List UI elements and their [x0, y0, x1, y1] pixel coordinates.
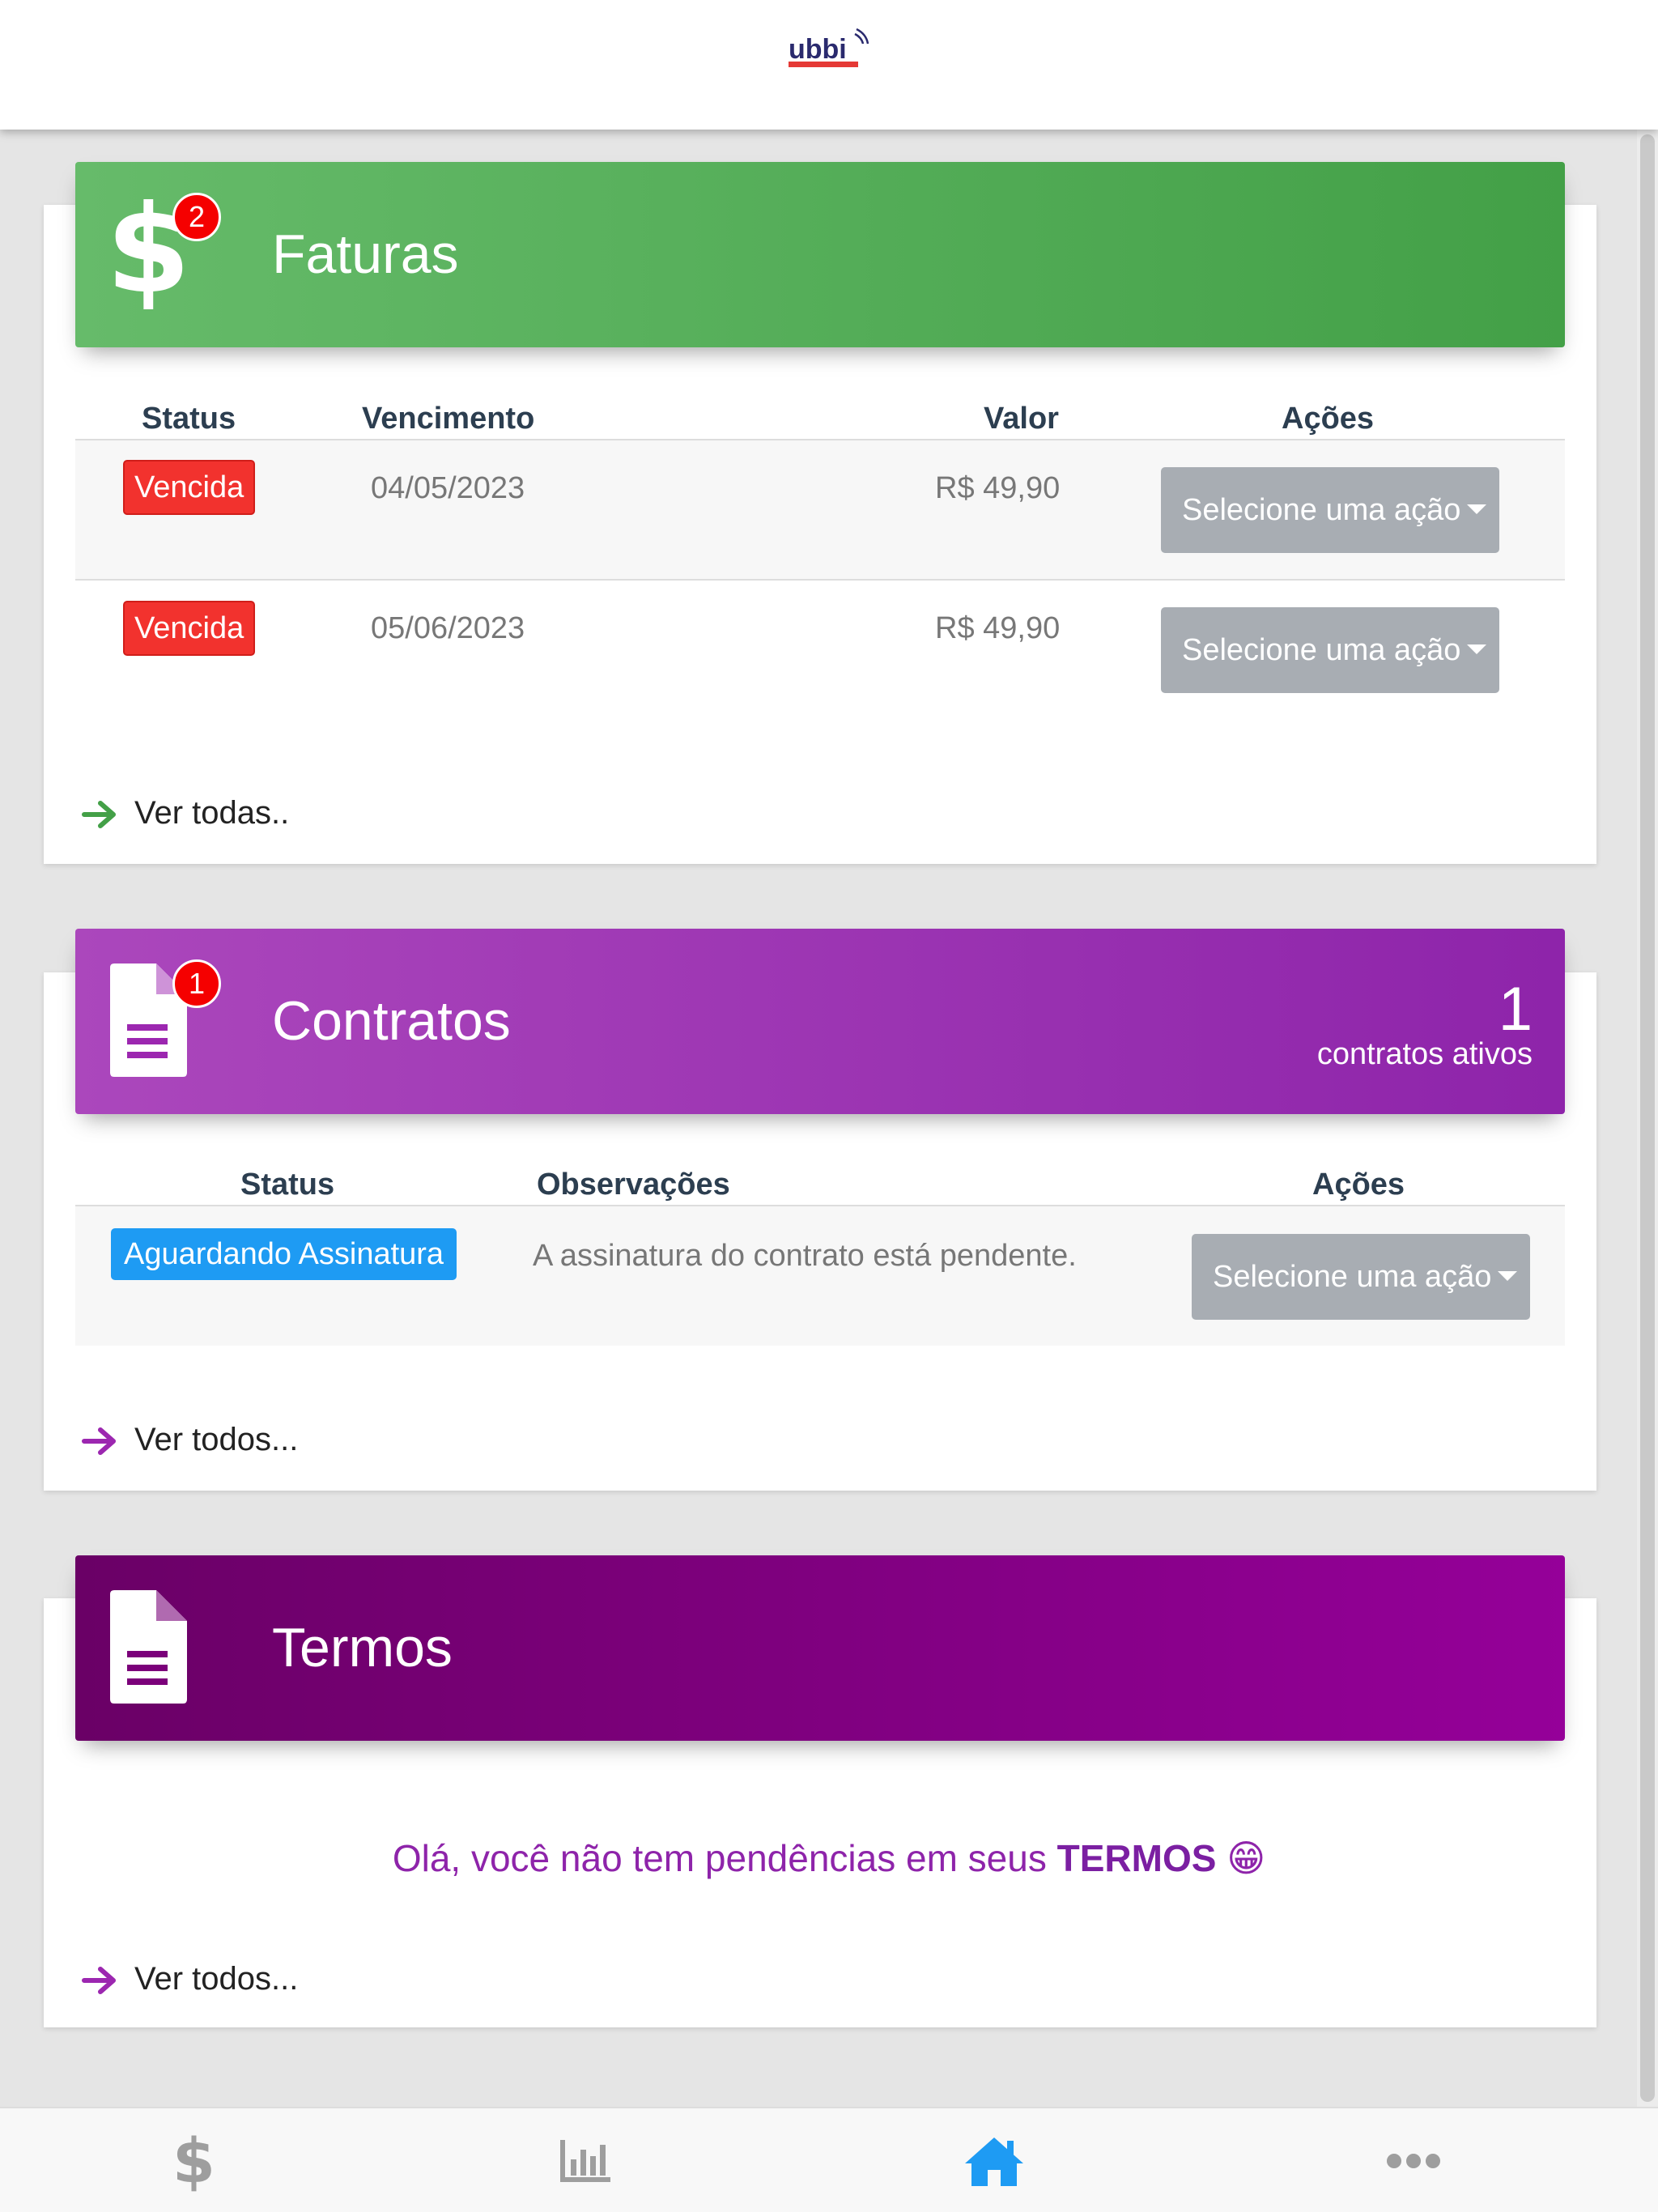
faturas-header: $ 2 Faturas [75, 162, 1565, 347]
termos-message-bold: TERMOS [1056, 1837, 1217, 1879]
nav-more[interactable] [1333, 2108, 1494, 2212]
ver-todos-termos-link[interactable]: Ver todos... [81, 1961, 298, 1997]
ver-todas-faturas-link[interactable]: Ver todas.. [81, 795, 289, 832]
due-date: 05/06/2023 [371, 611, 525, 645]
active-contracts-label: contratos ativos [1316, 1037, 1533, 1071]
status-badge: Vencida [123, 460, 256, 515]
bottom-nav: $ [0, 2107, 1658, 2212]
status-badge: Aguardando Assinatura [111, 1228, 457, 1280]
nav-home[interactable] [913, 2108, 1075, 2212]
caret-down-icon [1467, 504, 1486, 514]
arrow-right-icon [82, 801, 116, 829]
status-badge: Vencida [123, 601, 256, 656]
svg-text:ubbi: ubbi [789, 34, 847, 65]
col-valor: Valor [984, 402, 1059, 436]
arrow-right-icon [82, 1967, 116, 1995]
col-vencimento: Vencimento [362, 402, 535, 436]
termos-header: Termos [75, 1555, 1565, 1741]
contratos-header: 1 Contratos 1 contratos ativos [75, 929, 1565, 1114]
col-status: Status [240, 1168, 335, 1202]
scrollbar[interactable] [1637, 130, 1658, 2107]
contratos-badge: 1 [172, 959, 221, 1008]
col-acoes: Ações [1282, 402, 1375, 436]
active-contracts-count: 1 contratos ativos [1317, 977, 1533, 1072]
ver-todos-label: Ver todos... [134, 1422, 299, 1457]
document-icon [110, 1590, 187, 1704]
ubbi-logo[interactable]: ubbi [787, 28, 871, 71]
action-select-label: Selecione uma ação [1182, 493, 1461, 527]
action-select[interactable]: Selecione uma ação [1161, 467, 1499, 553]
termos-message: Olá, você não tem pendências em seus TER… [0, 1836, 1658, 1880]
termos-title: Termos [272, 1617, 453, 1678]
col-observacoes: Observações [537, 1168, 730, 1202]
col-status: Status [142, 402, 236, 436]
caret-down-icon [1498, 1271, 1517, 1281]
ver-todos-label: Ver todos... [134, 1961, 299, 1997]
app-header: ubbi [0, 0, 1658, 130]
ver-todas-label: Ver todas.. [134, 795, 290, 831]
bar-chart-icon [560, 2140, 610, 2182]
amount: R$ 49,90 [935, 471, 1061, 505]
dollar-icon: $ [172, 2129, 215, 2193]
scroll-thumb[interactable] [1640, 134, 1655, 2102]
caret-down-icon [1467, 644, 1486, 654]
col-acoes: Ações [1312, 1168, 1405, 1202]
action-select-label: Selecione uma ação [1182, 633, 1461, 667]
faturas-badge: 2 [172, 193, 221, 241]
due-date: 04/05/2023 [371, 471, 525, 505]
ver-todos-contratos-link[interactable]: Ver todos... [81, 1422, 298, 1458]
contratos-title: Contratos [272, 990, 511, 1052]
termos-message-text: Olá, você não tem pendências em seus [392, 1837, 1047, 1879]
action-select-label: Selecione uma ação [1213, 1260, 1492, 1294]
nav-consumo[interactable] [504, 2108, 666, 2212]
faturas-title: Faturas [272, 223, 459, 285]
amount: R$ 49,90 [935, 611, 1061, 645]
action-select[interactable]: Selecione uma ação [1192, 1234, 1530, 1320]
action-select[interactable]: Selecione uma ação [1161, 607, 1499, 693]
more-icon [1387, 2154, 1440, 2168]
nav-faturas[interactable]: $ [111, 2108, 273, 2212]
arrow-right-icon [82, 1427, 116, 1456]
grin-emoji-icon: 😁 [1226, 1837, 1266, 1879]
svg-text:$: $ [172, 2129, 215, 2193]
active-contracts-number: 1 [1498, 975, 1533, 1044]
home-icon [965, 2138, 1023, 2186]
row-divider [75, 579, 1565, 581]
observation-text: A assinatura do contrato está pendente. [533, 1239, 1077, 1273]
